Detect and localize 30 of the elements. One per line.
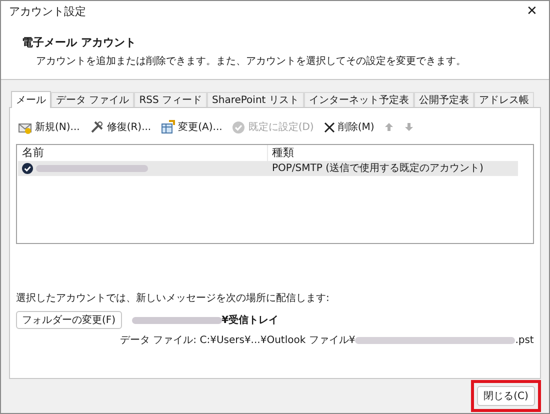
down-arrow-icon xyxy=(404,122,414,132)
tools-icon xyxy=(90,120,104,134)
close-icon xyxy=(324,122,335,132)
description-text: アカウントを追加または削除できます。また、アカウントを選択してその設定を変更できます。 xyxy=(35,54,467,68)
toolbar-button[interactable]: 新規(N)... xyxy=(16,117,82,137)
toolbar-button[interactable]: 修復(R)... xyxy=(88,117,154,137)
change-folder-button[interactable]: フォルダーの変更(F) xyxy=(16,311,122,329)
tab[interactable]: アドレス帳 xyxy=(474,92,534,107)
tab[interactable]: RSS フィード xyxy=(134,92,208,107)
tab[interactable]: インターネット予定表 xyxy=(304,92,414,107)
up-arrow-icon xyxy=(384,122,394,132)
close-button[interactable]: ✕ xyxy=(515,1,549,23)
window-title: アカウント設定 xyxy=(9,4,86,20)
delivery-text: 選択したアカウントでは、新しいメッセージを次の場所に配信します: xyxy=(16,292,330,306)
check-circle-icon xyxy=(232,120,246,134)
file-extension: .pst xyxy=(515,334,534,348)
tab[interactable]: SharePoint リスト xyxy=(207,92,304,107)
section-title: 電子メール アカウント xyxy=(22,35,137,51)
folder-path: ¥受信トレイ xyxy=(222,314,279,328)
table-cell-text: POP/SMTP (送信で使用する既定のアカウント) xyxy=(271,162,484,176)
table-row[interactable]: POP/SMTP (送信で使用する既定のアカウント) xyxy=(18,161,518,176)
toolbar-button[interactable]: 削除(M) xyxy=(322,117,376,137)
tab[interactable]: メール xyxy=(11,91,51,108)
column-header[interactable]: 種類 xyxy=(268,145,532,161)
toolbar-button[interactable]: 変更(A)... xyxy=(159,117,224,137)
tab[interactable]: データ ファイル xyxy=(51,92,134,107)
close-dialog-button[interactable]: 閉じる(C) xyxy=(477,386,535,406)
data-file-path: データ ファイル: C:¥Users¥...¥Outlook ファイル¥ xyxy=(120,334,356,348)
tab[interactable]: 公開予定表 xyxy=(414,92,474,107)
table-edit-icon xyxy=(161,120,176,134)
